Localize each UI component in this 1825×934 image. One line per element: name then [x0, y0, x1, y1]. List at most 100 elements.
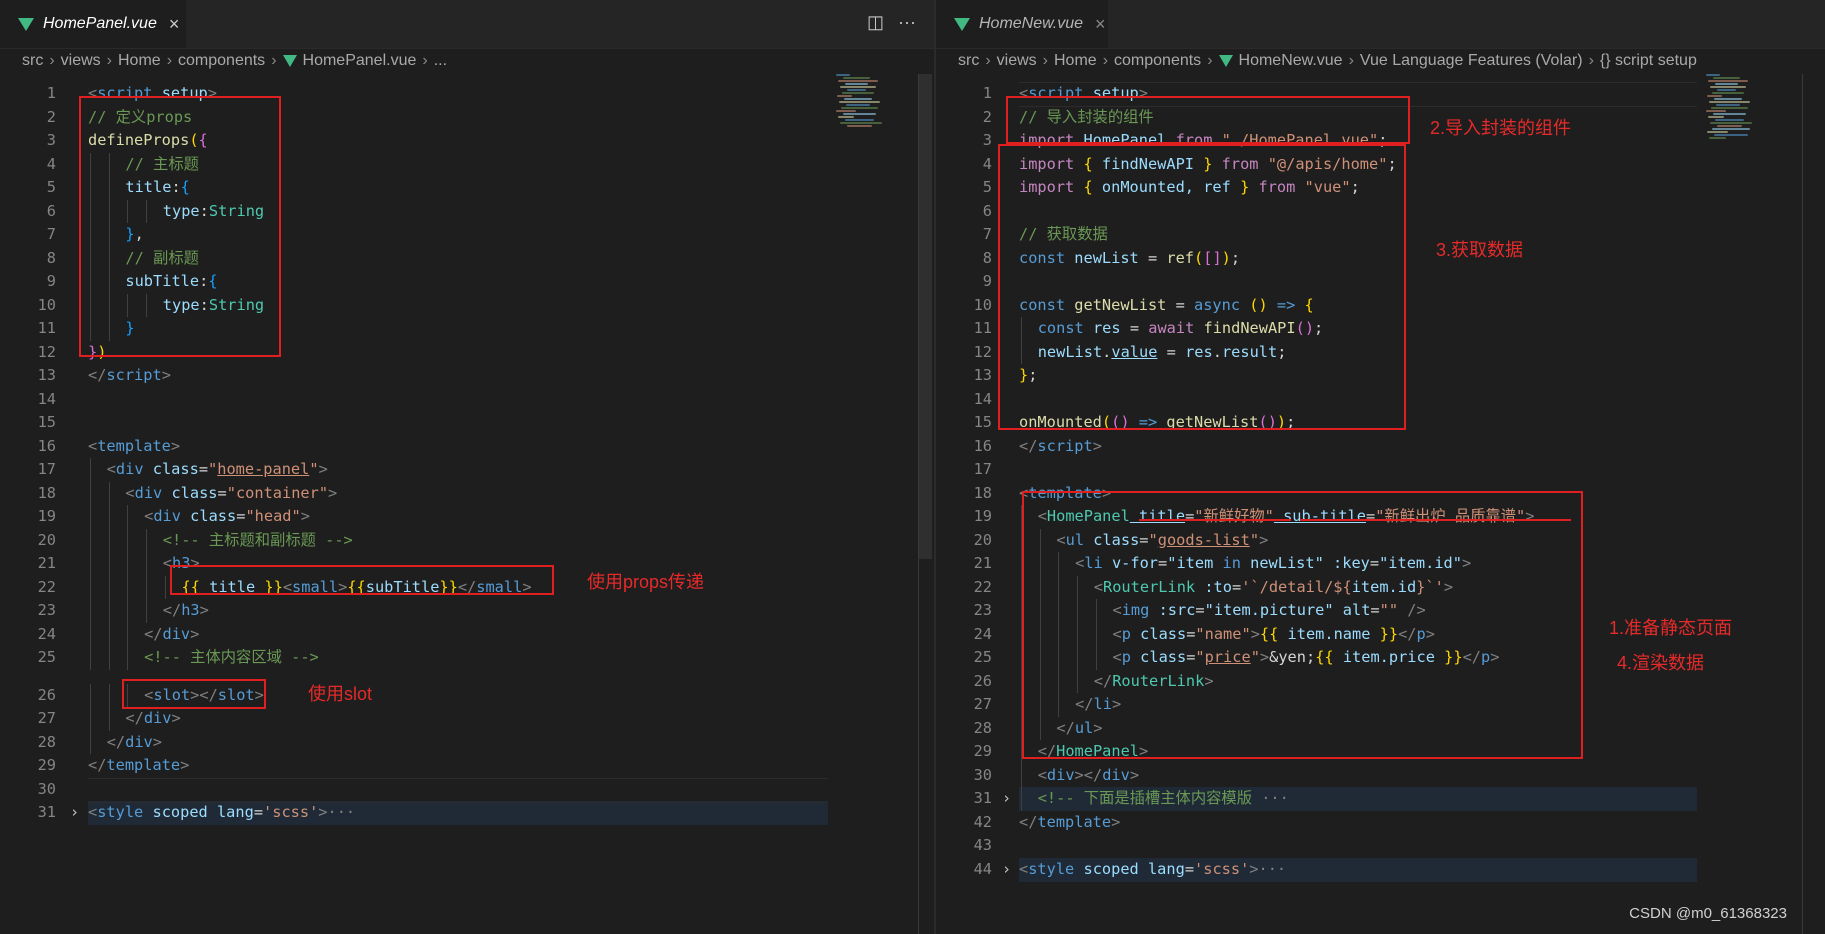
code-line[interactable]: <!-- 主标题和副标题 --> [163, 529, 353, 552]
code-token: style [97, 803, 144, 821]
line-number: 44 [973, 859, 992, 878]
line-number: 31 [973, 789, 992, 807]
breadcrumb-item[interactable]: {} script setup [1600, 52, 1697, 70]
code-token: lang [1138, 859, 1185, 878]
line-number: 7 [46, 225, 56, 243]
code-line[interactable]: <style scoped lang='scss'>··· [1019, 858, 1286, 881]
minimap-line [1714, 134, 1748, 136]
indent-guide [127, 552, 129, 576]
code-token: " [208, 460, 218, 478]
code-line[interactable]: </h3> [163, 599, 209, 622]
fold-chevron-icon[interactable]: › [1002, 789, 1011, 807]
tab-label: HomePanel.vue [43, 15, 157, 32]
code-line[interactable]: </script> [1019, 435, 1102, 458]
breadcrumb-item[interactable]: components [1114, 52, 1201, 70]
line-number: 18 [973, 483, 992, 502]
indent-guide [108, 481, 110, 505]
tab-homenew[interactable]: HomeNew.vue × [936, 0, 1108, 48]
breadcrumb-item[interactable]: HomeNew.vue [1239, 52, 1343, 70]
code-line[interactable]: <div class="container"> [125, 482, 337, 505]
fold-chevron-icon[interactable]: › [70, 803, 79, 821]
minimap-line [1710, 86, 1746, 88]
breadcrumb-item[interactable]: src [958, 52, 979, 70]
breadcrumb-chevron-icon: › [49, 52, 55, 69]
code-token: template [97, 436, 171, 455]
vue-file-icon [954, 17, 970, 31]
code-token: < [125, 483, 135, 502]
current-line [88, 777, 828, 803]
tab-label: HomeNew.vue [979, 15, 1084, 32]
code-token: < [88, 803, 98, 821]
breadcrumb-item[interactable]: views [997, 52, 1037, 70]
code-line[interactable]: <div class="home-panel"> [107, 458, 328, 481]
code-token: > [152, 732, 162, 751]
minimap-line [1709, 137, 1726, 139]
annotation-box-import [1006, 96, 1410, 144]
breadcrumb-item[interactable]: Home [118, 52, 161, 70]
code-token: "head" [245, 507, 301, 525]
code-line[interactable]: </template> [88, 754, 189, 777]
line-number: 20 [37, 530, 56, 549]
line-number: 26 [973, 671, 992, 690]
breadcrumb-chevron-icon: › [106, 52, 112, 69]
minimap-line [839, 101, 880, 103]
minimap-line [844, 98, 872, 100]
breadcrumb-item[interactable]: ... [434, 52, 447, 70]
line-number: 12 [973, 342, 992, 361]
code-line[interactable]: <template> [88, 435, 180, 458]
annotation-box-props-usage [170, 565, 554, 595]
code-line[interactable]: <style scoped lang='scss'>··· [88, 801, 355, 824]
line-number: 10 [37, 295, 56, 314]
fold-chevron-icon[interactable]: › [1002, 860, 1011, 878]
indent-guide [146, 552, 148, 576]
breadcrumb-item[interactable]: HomePanel.vue [303, 52, 417, 70]
indent-guide [127, 599, 129, 623]
line-number: 4 [982, 154, 992, 173]
split-editor-icon[interactable]: ◫ [867, 12, 884, 33]
code-token: </ [144, 624, 163, 643]
code-line[interactable]: <!-- 主体内容区域 --> [144, 646, 319, 669]
minimap-line [845, 83, 868, 85]
code-line[interactable]: </div> [125, 707, 180, 730]
code-line[interactable]: </div> [107, 731, 162, 754]
line-number: 15 [37, 413, 56, 431]
code-token: style [1028, 859, 1075, 878]
breadcrumb-item[interactable]: Vue Language Features (Volar) [1360, 52, 1583, 70]
close-icon[interactable]: × [169, 14, 180, 35]
code-line[interactable]: </template> [1019, 811, 1120, 834]
code-line[interactable]: </div> [144, 623, 199, 646]
line-number: 12 [37, 342, 56, 361]
vertical-scrollbar[interactable] [918, 74, 932, 559]
code-token: div [1102, 765, 1130, 784]
code-token: > [161, 366, 171, 384]
left-tab-bar: HomePanel.vue × ◫ ··· [0, 0, 934, 49]
minimap-line [836, 74, 850, 76]
tab-homepanel[interactable]: HomePanel.vue × [0, 0, 186, 48]
code-token: </ [88, 366, 107, 384]
annotation-box-slot [122, 679, 266, 709]
code-line[interactable]: </script> [88, 364, 171, 387]
code-token: </ [125, 709, 144, 727]
breadcrumb-item[interactable]: Home [1054, 52, 1097, 70]
line-number: 6 [982, 201, 992, 220]
code-token: > [300, 507, 310, 525]
breadcrumb-item[interactable]: src [22, 52, 43, 70]
code-token: > [1092, 436, 1102, 455]
code-token: div [143, 709, 172, 727]
code-line[interactable]: <div></div> [1038, 764, 1139, 787]
minimap-line [1708, 80, 1748, 82]
breadcrumb-item[interactable]: components [178, 52, 265, 70]
code-line[interactable]: <!-- 下面是插槽主体内容模版 ··· [1038, 787, 1289, 810]
code-token: > [170, 436, 181, 455]
close-icon[interactable]: × [1095, 14, 1106, 35]
breadcrumb-item[interactable]: views [61, 52, 101, 70]
code-token: h3 [181, 601, 200, 619]
code-token: </ [1019, 812, 1038, 831]
line-number: 25 [973, 648, 992, 666]
code-token: > [1249, 859, 1259, 878]
code-token: " [309, 460, 319, 478]
code-token: ··· [1261, 789, 1289, 807]
more-actions-icon[interactable]: ··· [898, 12, 916, 33]
code-line[interactable]: <div class="head"> [144, 505, 310, 528]
code-token: < [144, 507, 154, 525]
